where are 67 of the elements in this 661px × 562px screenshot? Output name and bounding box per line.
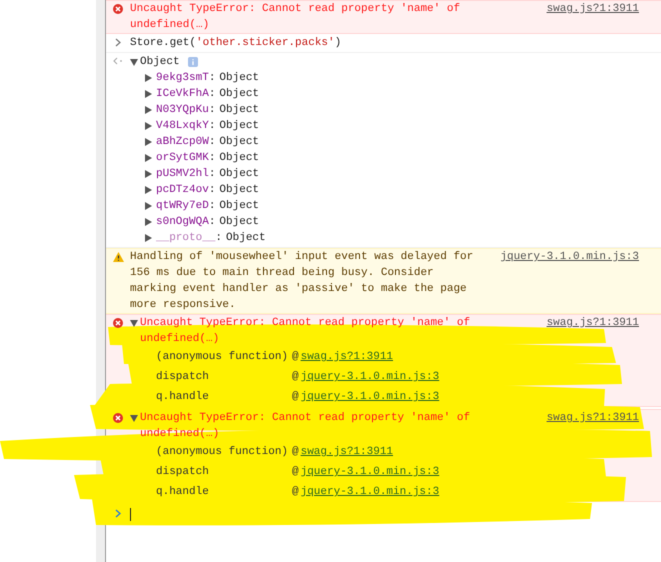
stack-function: q.handle: [156, 485, 209, 500]
property-separator: :: [208, 119, 216, 134]
prompt-chevron-icon: [115, 509, 121, 518]
property-separator: :: [208, 183, 216, 198]
stack-function: (anonymous function): [156, 350, 288, 365]
property-key: pUSMV2hl: [156, 166, 209, 182]
return-arrow-icon: [113, 57, 123, 65]
property-key: qtWRy7eD: [156, 198, 209, 214]
property-separator: :: [208, 215, 216, 230]
input-command: Store.get('other.sticker.packs'): [130, 37, 342, 49]
property-value: Object: [219, 199, 260, 214]
property-key: N03YQpKu: [156, 102, 209, 118]
at-sign: @: [292, 370, 299, 385]
property-key: aBhZcp0W: [156, 134, 209, 150]
info-icon: [188, 57, 198, 67]
warning-message: Handling of 'mousewheel' input event was delayed for 156 ms due to main thread being busy. Consider marking event handler as 'passive' to make the page more responsive.: [130, 250, 474, 313]
property-key: ICeVkFhA: [156, 86, 209, 102]
at-sign: @: [292, 485, 299, 500]
at-sign: @: [292, 445, 299, 460]
source-link[interactable]: jquery-3.1.0.min.js:3: [500, 249, 639, 265]
source-link[interactable]: swag.js?1:3911: [300, 349, 394, 365]
warning-icon: [112, 252, 124, 262]
at-sign: @: [292, 350, 299, 365]
property-value: Object: [219, 87, 260, 102]
error-icon: [113, 318, 123, 328]
property-separator: :: [208, 151, 216, 166]
property-value: Object: [226, 231, 266, 246]
property-separator: :: [208, 103, 216, 118]
property-separator: :: [215, 231, 222, 246]
property-key: orSytGMK: [156, 150, 209, 166]
property-key: 9ekg3smT: [156, 70, 209, 86]
property-key: __proto__: [156, 230, 216, 246]
property-value: Object: [219, 183, 260, 198]
error-message: Uncaught TypeError: Cannot read property 'name' of undefined(…): [130, 2, 462, 33]
source-link[interactable]: swag.js?1:3911: [546, 1, 639, 17]
property-value: Object: [219, 71, 260, 86]
property-value: Object: [219, 103, 260, 118]
property-value: Object: [219, 135, 260, 150]
property-separator: :: [208, 71, 216, 86]
property-separator: :: [208, 87, 216, 102]
source-link[interactable]: jquery-3.1.0.min.js:3: [300, 484, 440, 500]
stack-function: dispatch: [156, 465, 209, 480]
property-key: V48LxqkY: [156, 118, 209, 134]
property-separator: :: [208, 199, 216, 214]
source-link[interactable]: swag.js?1:3911: [546, 410, 639, 426]
property-value: Object: [219, 215, 260, 230]
at-sign: @: [292, 390, 299, 405]
stack-function: (anonymous function): [156, 445, 288, 460]
property-value: Object: [219, 151, 260, 166]
property-value: Object: [219, 167, 260, 182]
source-link[interactable]: jquery-3.1.0.min.js:3: [300, 369, 440, 385]
at-sign: @: [292, 465, 299, 480]
property-value: Object: [219, 119, 260, 134]
error-icon: [113, 4, 123, 14]
property-key: s0nOgWQA: [156, 214, 209, 230]
property-separator: :: [208, 167, 216, 182]
source-link[interactable]: swag.js?1:3911: [546, 315, 639, 331]
chevron-icon: [115, 38, 121, 47]
source-link[interactable]: jquery-3.1.0.min.js:3: [300, 389, 440, 405]
source-link[interactable]: swag.js?1:3911: [300, 444, 394, 460]
property-key: pcDTz4ov: [156, 182, 209, 198]
property-separator: :: [208, 135, 216, 150]
object-label: Object: [140, 55, 180, 70]
stack-function: q.handle: [156, 390, 209, 405]
text-cursor: [130, 508, 131, 521]
stack-function: dispatch: [156, 370, 209, 385]
source-link[interactable]: jquery-3.1.0.min.js:3: [300, 464, 440, 480]
